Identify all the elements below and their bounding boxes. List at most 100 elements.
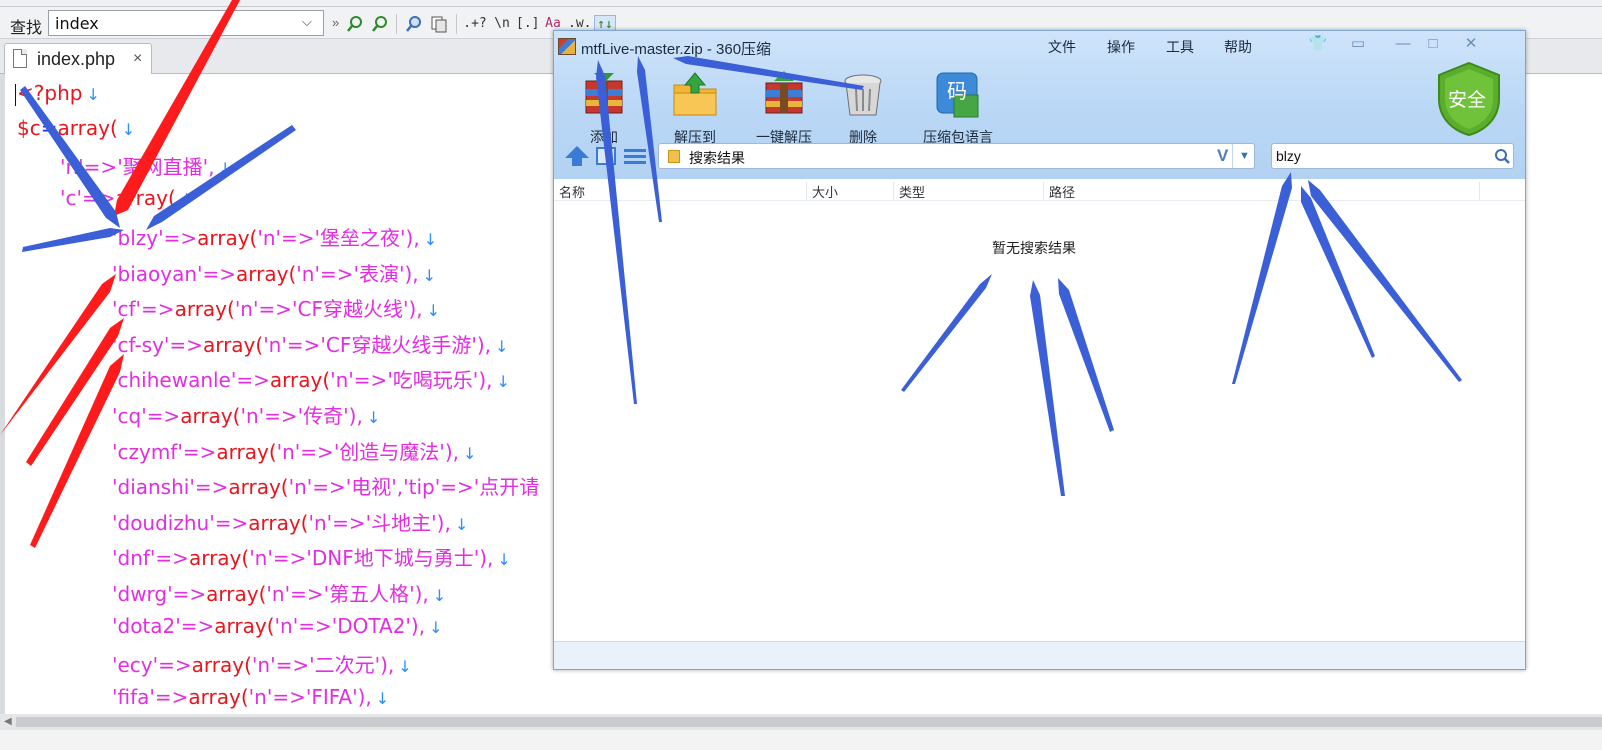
feedback-icon[interactable]: ▭ xyxy=(1345,34,1371,54)
code-line: 'dnf'=>array('n'=>'DNF地下城与勇士'), ↓ xyxy=(112,542,511,571)
code-string: 'n' xyxy=(60,155,84,179)
column-type[interactable]: 类型 xyxy=(894,182,1044,200)
code-punct: ), xyxy=(410,613,426,638)
newline-mark: ↓ xyxy=(422,265,437,285)
menu-help[interactable]: 帮助 xyxy=(1224,37,1252,57)
code-line: 'cf-sy'=>array('n'=>'CF穿越火线手游'), ↓ xyxy=(112,329,508,358)
path-text: 搜索结果 xyxy=(689,150,745,166)
newline-mark: ↓ xyxy=(429,617,443,637)
menu-file[interactable]: 文件 xyxy=(1048,37,1076,57)
code-string: 'n' xyxy=(330,368,354,393)
code-function: array( xyxy=(197,226,258,250)
scrollbar-thumb[interactable] xyxy=(16,717,1602,727)
scroll-left-icon[interactable]: ◀ xyxy=(4,714,12,730)
code-operator: => xyxy=(300,439,334,464)
find-all-icon[interactable] xyxy=(405,15,423,33)
tab-label: index.php xyxy=(37,49,116,69)
code-line: 'biaoyan'=>array('n'=>'表演'), ↓ xyxy=(112,258,436,287)
list-view-icon[interactable] xyxy=(624,146,646,166)
minimize-button[interactable]: — xyxy=(1390,34,1416,54)
code-string: '斗地主' xyxy=(365,510,437,535)
delete-button[interactable]: 删除 xyxy=(838,71,888,147)
column-name[interactable]: 名称 xyxy=(554,182,807,200)
file-icon xyxy=(13,49,27,68)
archive-language-button[interactable]: 码 压缩包语言 xyxy=(916,71,1000,147)
code-string: 'DNF地下城与勇士' xyxy=(306,546,480,571)
code-function: array( xyxy=(206,582,267,606)
code-line: 'czymf'=>array('n'=>'创造与魔法'), ↓ xyxy=(112,436,476,465)
skin-icon[interactable]: 👕 xyxy=(1305,34,1331,54)
code-string: 'n' xyxy=(234,297,259,322)
code-string: 'biaoyan' xyxy=(112,261,203,286)
close-button[interactable]: ✕ xyxy=(1458,34,1484,54)
toolbar-divider xyxy=(396,14,397,34)
newline-mark: ↓ xyxy=(462,443,477,463)
code-operator: => xyxy=(275,653,310,678)
code-punct: ), xyxy=(476,332,492,357)
code-string: 'tip' xyxy=(403,475,441,500)
code-punct: ), xyxy=(348,404,363,428)
window-title: mtfLive-master.zip - 360压缩 xyxy=(581,41,772,58)
code-function: array( xyxy=(228,475,289,500)
code-string: 'c' xyxy=(60,186,82,210)
code-operator: => xyxy=(194,475,229,500)
path-dropdown-icon[interactable]: ▼ xyxy=(1232,144,1256,168)
newline-mark: ↓ xyxy=(179,190,194,209)
file-list-header: 名称 大小 类型 路径 xyxy=(554,179,1525,201)
regex-toggle[interactable]: .+? xyxy=(462,15,488,33)
up-arrow-icon[interactable] xyxy=(564,145,590,167)
archive-window-header: mtfLive-master.zip - 360压缩 文件 操作 工具 帮助 👕… xyxy=(554,31,1525,179)
copy-results-icon[interactable] xyxy=(430,15,448,33)
code-line: 'n'=>'聚网直播', ↓ xyxy=(60,151,232,180)
tab-index-php[interactable]: index.php × xyxy=(4,43,152,74)
one-click-extract-button[interactable]: 一键解压 xyxy=(742,71,826,147)
search-box[interactable] xyxy=(1271,143,1514,169)
search-input[interactable] xyxy=(1276,146,1476,166)
column-path[interactable]: 路径 xyxy=(1044,182,1480,200)
folder-icon xyxy=(668,150,680,163)
code-string: 'n' xyxy=(249,546,273,571)
code-operator: => xyxy=(319,261,354,286)
path-bar[interactable]: 搜索结果 V ▼ xyxy=(658,143,1255,169)
tab-close-icon[interactable]: × xyxy=(133,50,142,68)
menu-operate[interactable]: 操作 xyxy=(1107,37,1135,57)
code-string: 'chihewanle' xyxy=(112,368,237,393)
path-verify-icon[interactable]: V xyxy=(1217,146,1228,166)
code-operator: => xyxy=(298,613,332,638)
code-operator: => xyxy=(155,546,189,571)
thumbnail-view-icon[interactable] xyxy=(596,147,616,165)
maximize-button[interactable]: □ xyxy=(1420,34,1446,54)
column-size[interactable]: 大小 xyxy=(807,182,894,200)
find-prev-icon[interactable] xyxy=(371,15,389,33)
find-input[interactable] xyxy=(48,10,324,36)
code-string: 'blzy' xyxy=(112,226,164,250)
code-line: 'ecy'=>array('n'=>'二次元'), ↓ xyxy=(112,649,412,678)
code-string: 'n' xyxy=(240,404,265,428)
trash-icon xyxy=(839,71,887,119)
find-dropdown-icon[interactable]: ⌵ xyxy=(302,14,312,30)
search-icon[interactable] xyxy=(1493,147,1511,165)
code-string: 'n' xyxy=(257,226,282,250)
code-string: '传奇' xyxy=(297,404,349,428)
extract-to-button[interactable]: 解压到 xyxy=(660,71,730,147)
one-click-extract-icon xyxy=(760,71,808,119)
menu-tools[interactable]: 工具 xyxy=(1166,37,1194,57)
newline-mark: ↓ xyxy=(86,85,100,104)
add-button[interactable]: 添加 xyxy=(574,71,634,147)
code-punct: ), xyxy=(479,546,494,571)
code-line: $c=array(↓ xyxy=(17,116,135,140)
range-toggle[interactable]: [.] xyxy=(516,15,539,33)
toolbar-overflow-button[interactable]: » xyxy=(332,15,339,30)
code-line: 'c'=>array(↓ xyxy=(60,186,193,210)
escape-toggle[interactable]: \n xyxy=(492,15,512,33)
security-shield-icon[interactable]: 安全 xyxy=(1436,61,1502,137)
code-operator: => xyxy=(82,186,116,210)
code-function: array( xyxy=(174,297,235,322)
horizontal-scrollbar[interactable]: ◀ xyxy=(0,714,1602,730)
code-operator: = xyxy=(40,116,58,140)
code-function: array( xyxy=(248,510,309,535)
code-string: '点开请 xyxy=(473,475,540,500)
code-string: '表演' xyxy=(353,261,405,286)
find-next-icon[interactable] xyxy=(346,15,364,33)
empty-results-message: 暂无搜索结果 xyxy=(992,240,1076,256)
